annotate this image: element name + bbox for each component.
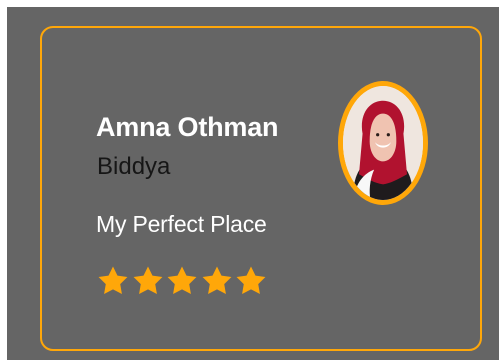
profile-place: My Perfect Place (96, 211, 267, 237)
star-icon (234, 264, 268, 298)
profile-photo (343, 86, 423, 200)
star-icon (200, 264, 234, 298)
star-icon (165, 264, 199, 298)
star-icon (131, 264, 165, 298)
star-rating (96, 264, 269, 298)
avatar (338, 81, 428, 205)
profile-name: Amna Othman (96, 112, 279, 142)
star-icon (96, 264, 130, 298)
profile-card (40, 26, 482, 351)
profile-subtitle: Biddya (97, 153, 171, 180)
